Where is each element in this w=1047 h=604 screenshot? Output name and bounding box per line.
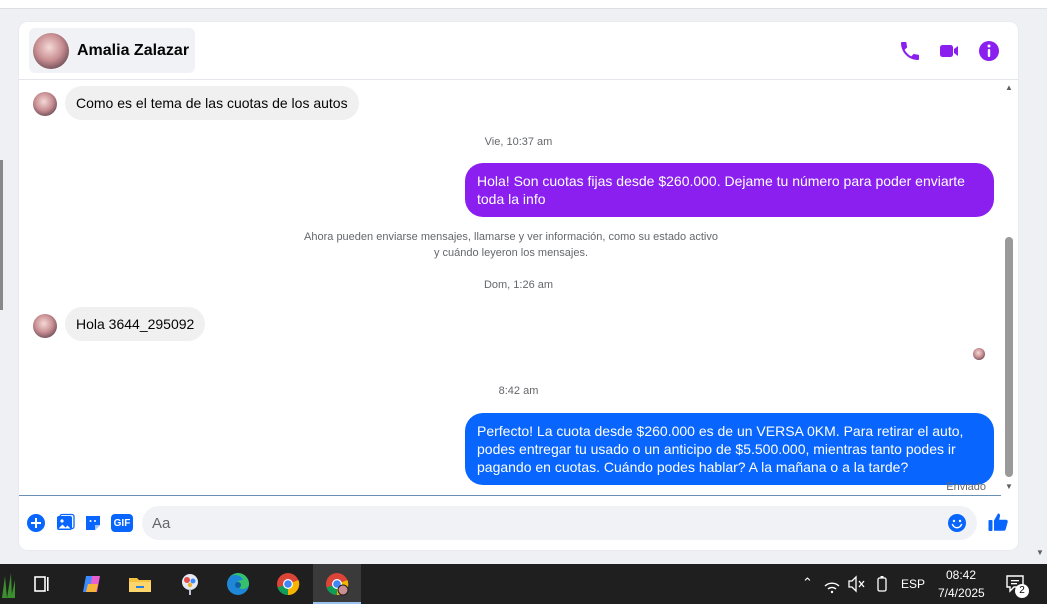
timestamp: Vie, 10:37 am [484,136,553,148]
message-input-container [142,506,977,540]
wallpaper-grass-icon [2,573,15,598]
incoming-message: Hola 3644_295092 [65,307,206,341]
message-input[interactable] [142,506,942,540]
delivery-status: Enviado [946,481,986,493]
contact-name: Amalia Zalazar [77,41,190,59]
scroll-up-arrow[interactable]: ▲ [1005,83,1013,92]
plus-icon[interactable] [26,513,46,533]
image-icon[interactable] [55,513,75,533]
language-indicator[interactable]: ESP [901,577,925,591]
taskbar: ⌃ ESP 08:42 7/4/2025 2 [0,564,1047,604]
scrollbar-thumb[interactable] [1005,237,1013,477]
connection-notice: Ahora pueden enviarse mensajes, llamarse… [299,229,723,261]
timestamp: 8:42 am [498,385,539,397]
chrome-profile-icon[interactable] [323,570,351,598]
outgoing-message: Perfecto! La cuota desde $260.000 es de … [465,413,994,485]
message-list: Como es el tema de las cuotas de los aut… [19,80,1018,495]
clock-date[interactable]: 7/4/2025 [938,586,985,600]
battery-icon[interactable] [872,570,892,598]
scroll-down-arrow[interactable]: ▼ [1005,482,1013,491]
video-call-icon[interactable] [937,39,961,63]
incoming-message: Como es el tema de las cuotas de los aut… [65,86,359,120]
top-strip [0,0,1047,9]
wifi-icon[interactable] [822,570,842,598]
clock-time[interactable]: 08:42 [946,568,976,582]
notice-line-1: Ahora pueden enviarse mensajes, llamarse… [304,231,718,243]
chrome-icon[interactable] [274,570,302,598]
outgoing-message: Hola! Son cuotas fijas desde $260.000. D… [465,163,994,217]
task-view-icon[interactable] [27,570,55,598]
copilot-icon[interactable] [78,570,106,598]
left-edge-bar [0,160,3,310]
page-scroll-down-arrow[interactable]: ▼ [1036,548,1044,557]
phone-icon[interactable] [898,39,922,63]
notification-count-badge: 2 [1015,584,1029,598]
emoji-icon[interactable] [947,513,967,533]
sender-avatar [33,92,57,116]
app-icon[interactable] [176,570,204,598]
composer: GIF [19,496,1018,550]
like-icon[interactable] [987,511,1009,533]
chat-header: Amalia Zalazar [19,22,1018,80]
chat-window: Amalia Zalazar Como es el tema de las cu… [19,22,1018,550]
sticker-icon[interactable] [83,513,103,533]
volume-muted-icon[interactable] [846,570,866,598]
seen-avatar [973,348,985,360]
sender-avatar [33,314,57,338]
gif-button[interactable]: GIF [111,514,133,532]
tray-chevron-up-icon[interactable]: ⌃ [802,575,813,591]
edge-browser-icon[interactable] [224,570,252,598]
contact-avatar [33,32,69,69]
notice-line-2: y cuándo leyeron los mensajes. [433,247,589,259]
file-explorer-icon[interactable] [126,570,154,598]
contact-button[interactable]: Amalia Zalazar [29,28,196,73]
timestamp: Dom, 1:26 am [483,279,554,291]
info-icon[interactable] [977,39,1001,63]
